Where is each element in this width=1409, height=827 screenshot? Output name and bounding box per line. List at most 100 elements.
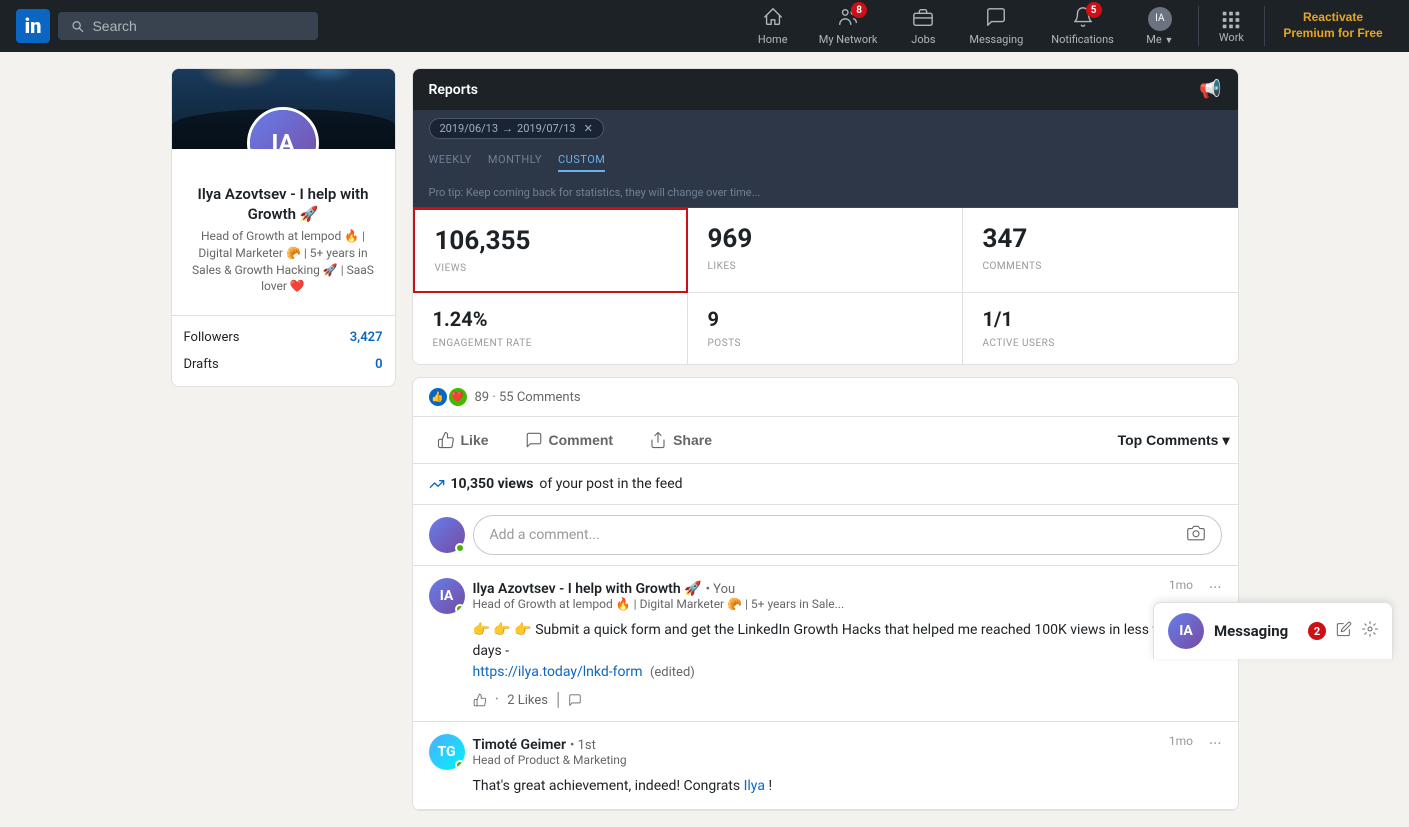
tab-monthly[interactable]: MONTHLY — [488, 153, 542, 172]
date-range-bar: 2019/06/13 → 2019/07/13 ✕ — [413, 110, 1238, 147]
comment-icon — [525, 431, 543, 449]
nav-home[interactable]: Home — [743, 6, 803, 46]
comment-2-name[interactable]: Timoté Geimer — [473, 737, 567, 753]
comment-1-likes: 2 Likes — [507, 693, 548, 708]
messaging-avatar: IA — [1168, 613, 1204, 649]
active-users-label: ACTIVE USERS — [983, 338, 1055, 349]
followers-count: 3,427 — [350, 330, 383, 345]
nav-work-label: Work — [1219, 31, 1244, 44]
stats-grid-row1: 106,355 VIEWS 969 LIKES 347 COMMENTS — [413, 208, 1238, 293]
nav-me-label: Me ▼ — [1146, 33, 1173, 46]
messaging-compose-icon[interactable] — [1336, 621, 1352, 642]
date-range-pill[interactable]: 2019/06/13 → 2019/07/13 ✕ — [429, 118, 604, 139]
posts-value: 9 — [708, 307, 942, 331]
likes-label: LIKES — [708, 261, 737, 272]
search-container[interactable] — [58, 12, 318, 40]
comment-2-more-icon[interactable]: ··· — [1209, 734, 1222, 753]
comment-1-reply-icon[interactable] — [568, 693, 582, 707]
nav-me[interactable]: IA Me ▼ — [1130, 7, 1190, 46]
nav-home-label: Home — [758, 33, 788, 46]
share-button[interactable]: Share — [633, 421, 728, 459]
comment-2: TG Timoté Geimer • 1st Head of Product &… — [413, 722, 1238, 810]
comment-2-mention[interactable]: Ilya — [744, 778, 765, 794]
followers-stat[interactable]: Followers 3,427 — [184, 324, 383, 351]
tab-custom[interactable]: CUSTOM — [558, 153, 605, 172]
comment-placeholder: Add a comment... — [490, 527, 600, 543]
views-stat: 106,355 VIEWS — [413, 208, 688, 293]
nav-network[interactable]: 8 My Network — [807, 6, 890, 46]
nav-divider — [1198, 6, 1199, 46]
linkedin-logo[interactable]: in — [16, 9, 50, 43]
comment-1-avatar[interactable]: IA — [429, 578, 465, 614]
messaging-bar[interactable]: IA Messaging 2 — [1153, 602, 1393, 659]
nav-messaging[interactable]: Messaging — [957, 6, 1035, 46]
main-nav: Home 8 My Network — [743, 6, 1393, 46]
like-button[interactable]: Like — [421, 421, 505, 459]
comment-input-row: Add a comment... — [413, 505, 1238, 566]
comments-label: COMMENTS — [983, 261, 1042, 272]
messaging-badge: 2 — [1308, 622, 1326, 640]
messaging-icon — [985, 6, 1007, 28]
thumbs-up-small-icon — [473, 693, 487, 707]
likes-stat: 969 LIKES — [688, 208, 963, 293]
comment-1-meta: Ilya Azovtsev - I help with Growth 🚀 • Y… — [473, 578, 1161, 611]
top-comments-button[interactable]: Top Comments ▾ — [1118, 432, 1230, 449]
comment-button[interactable]: Comment — [509, 421, 630, 459]
nav-notifications[interactable]: 5 Notifications — [1039, 6, 1126, 46]
messaging-settings-icon[interactable] — [1362, 621, 1378, 642]
active-users-stat: 1/1 ACTIVE USERS — [963, 293, 1238, 364]
search-input[interactable] — [92, 18, 306, 34]
trending-up-icon — [429, 476, 445, 492]
share-label: Share — [673, 432, 712, 448]
drafts-count: 0 — [375, 357, 382, 372]
views-row: 10,350 views of your post in the feed — [413, 464, 1238, 505]
premium-button[interactable]: Reactivate Premium for Free — [1273, 10, 1393, 41]
comment-dot2: | — [556, 691, 560, 709]
nav-jobs[interactable]: Jobs — [893, 6, 953, 46]
main-content: Reports 📢 2019/06/13 → 2019/07/13 ✕ WEEK… — [412, 68, 1239, 811]
date-end: 2019/07/13 — [517, 122, 576, 135]
camera-icon — [1187, 524, 1205, 546]
comment-1: IA Ilya Azovtsev - I help with Growth 🚀 … — [413, 566, 1238, 722]
comment-1-badge: • You — [706, 582, 736, 597]
notifications-badge: 5 — [1086, 2, 1102, 18]
me-avatar: IA — [1148, 7, 1172, 31]
comment-1-more-icon[interactable]: ··· — [1209, 578, 1222, 597]
comment-1-like-btn[interactable] — [473, 693, 487, 707]
home-icon — [762, 6, 784, 28]
comments-value: 347 — [983, 224, 1218, 254]
comment-input-box[interactable]: Add a comment... — [473, 515, 1222, 555]
comment-2-body-end: ! — [768, 778, 772, 794]
comment-1-link[interactable]: https://ilya.today/lnkd-form — [473, 664, 643, 680]
profile-avatar-image: IA — [250, 110, 316, 149]
profile-banner: IA — [172, 69, 395, 149]
posts-label: POSTS — [708, 338, 741, 349]
megaphone-icon: 📢 — [1199, 79, 1221, 100]
reactions-count: 89 · 55 Comments — [475, 390, 581, 405]
notifications-icon-wrap: 5 — [1072, 6, 1094, 31]
date-arrow: → — [502, 122, 513, 135]
drafts-stat[interactable]: Drafts 0 — [184, 351, 383, 378]
online-dot2 — [455, 760, 465, 770]
comment-1-body: 👉 👉 👉 Submit a quick form and get the Li… — [473, 620, 1222, 683]
comment-2-avatar[interactable]: TG — [429, 734, 465, 770]
comment-2-headline: Head of Product & Marketing — [473, 753, 1161, 767]
search-icon — [70, 18, 84, 34]
profile-name[interactable]: Ilya Azovtsev - I help with Growth 🚀 — [184, 185, 383, 224]
stats-grid-row2: 1.24% ENGAGEMENT RATE 9 POSTS 1/1 ACTIVE… — [413, 293, 1238, 364]
online-indicator — [455, 543, 465, 553]
reaction-icons: 👍 ❤️ — [429, 388, 467, 406]
commenter-avatar — [429, 517, 465, 553]
reports-header: Reports 📢 — [413, 69, 1238, 110]
views-count: 10,350 views — [451, 476, 534, 492]
heart-reaction-icon: ❤️ — [449, 388, 467, 406]
share-icon — [649, 431, 667, 449]
nav-work[interactable]: Work — [1207, 9, 1256, 44]
like-label: Like — [461, 432, 489, 448]
comment-1-name[interactable]: Ilya Azovtsev - I help with Growth 🚀 — [473, 581, 702, 597]
date-chevron-icon: ✕ — [584, 122, 593, 135]
comment-2-body: That's great achievement, indeed! Congra… — [473, 776, 1222, 797]
tab-weekly[interactable]: WEEKLY — [429, 153, 472, 172]
messaging-icon-wrap — [985, 6, 1007, 31]
views-value: 106,355 — [435, 226, 666, 256]
